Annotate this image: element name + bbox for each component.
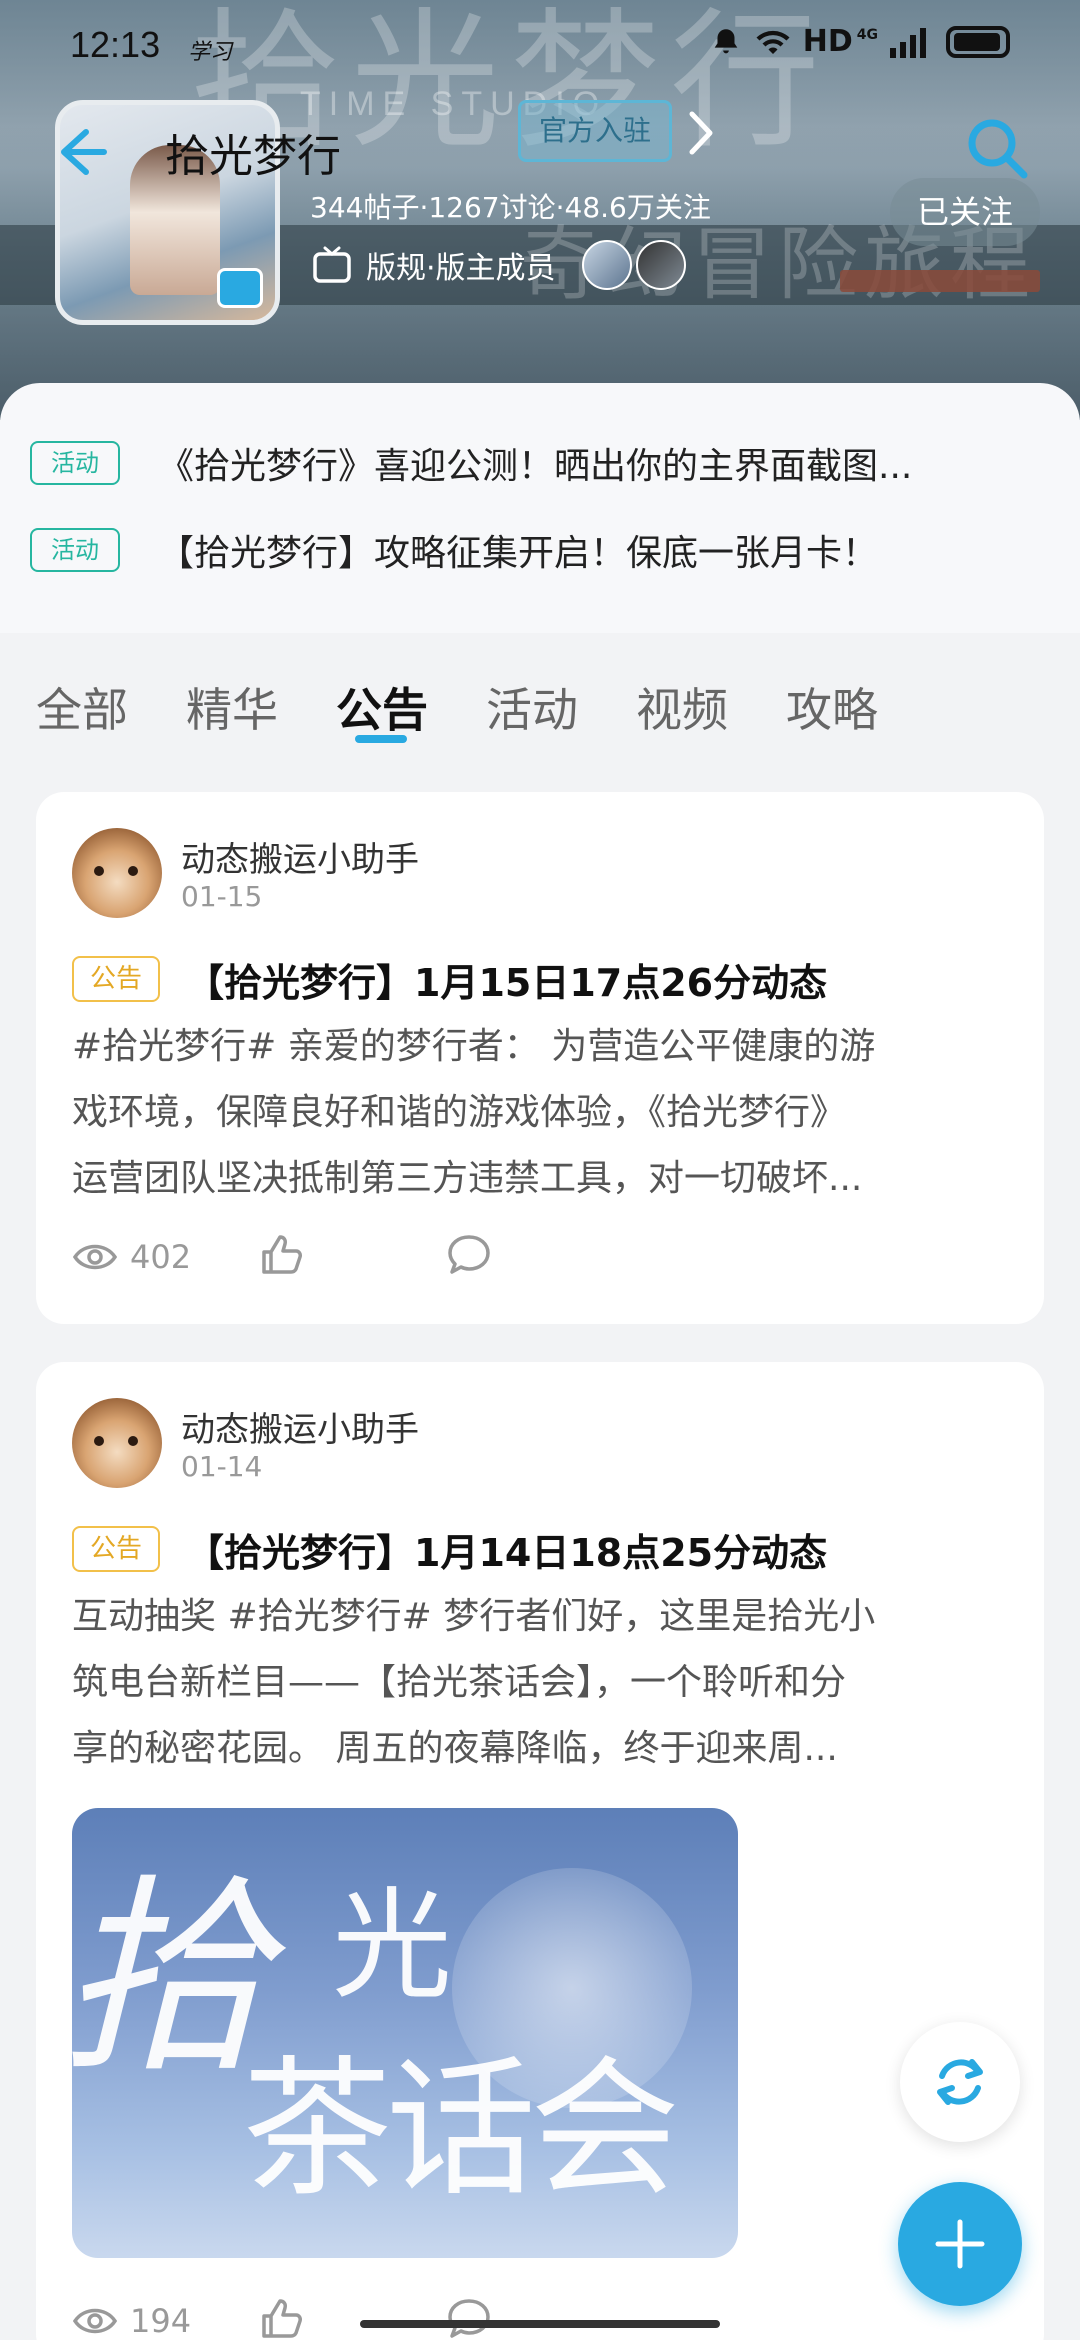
home-indicator[interactable]	[360, 2320, 720, 2328]
eye-icon	[72, 2308, 118, 2334]
alarm-icon	[714, 28, 738, 53]
activity-tag: 活动	[30, 441, 120, 485]
battery-icon	[946, 25, 1010, 58]
author-name[interactable]: 动态搬运小助手	[181, 1402, 419, 1451]
post-title[interactable]: 【拾光梦行】1月15日17点26分动态	[186, 952, 827, 1007]
post-body-line: 筑电台新栏目——【拾光茶话会】，一个聆听和分	[72, 1662, 847, 1703]
post-date: 01-15	[181, 880, 263, 913]
official-badge[interactable]: 官方入驻	[518, 100, 673, 162]
notice-text: 【拾光梦行】攻略征集开启！保底一张月卡！	[158, 533, 879, 574]
new-post-button[interactable]	[898, 2182, 1022, 2306]
post-title[interactable]: 【拾光梦行】1月14日18点25分动态	[186, 1522, 827, 1577]
signal-icon	[890, 27, 926, 58]
notice-panel: 活动 《拾光梦行》喜迎公测！晒出你的主界面截图... 活动 【拾光梦行】攻略征集…	[0, 383, 1080, 633]
eye-icon	[72, 1244, 118, 1270]
author-avatar[interactable]	[72, 1398, 162, 1488]
post-body-line: #拾光梦行# 亲爱的梦行者： 为营造公平健康的游	[72, 1026, 876, 1067]
refresh-icon	[937, 2059, 983, 2105]
tab-activities[interactable]: 活动	[486, 674, 578, 740]
tv-icon	[313, 246, 351, 283]
signal-label: 4G	[856, 26, 878, 43]
search-icon	[968, 119, 1028, 179]
tab-guides[interactable]: 攻略	[786, 674, 878, 740]
active-tab-indicator	[355, 735, 407, 743]
category-tabs: 全部 精华 公告 活动 视频 攻略	[0, 634, 1080, 774]
rules-label: 版规·版主成员	[366, 251, 556, 286]
author-name[interactable]: 动态搬运小助手	[181, 832, 419, 881]
post-date: 01-14	[181, 1450, 263, 1483]
chevron-right-icon	[689, 111, 713, 155]
comment-icon	[448, 2299, 490, 2338]
refresh-button[interactable]	[900, 2022, 1020, 2142]
announcement-tag: 公告	[72, 1526, 160, 1572]
like-button[interactable]	[258, 1232, 304, 1278]
wifi-icon	[756, 30, 790, 54]
tab-featured[interactable]: 精华	[186, 674, 278, 740]
follow-button[interactable]: 已关注	[890, 178, 1040, 246]
image-text: 光	[332, 1877, 452, 2016]
network-label: HD	[802, 24, 853, 59]
notice-item[interactable]: 活动 【拾光梦行】攻略征集开启！保底一张月卡！	[30, 525, 1038, 575]
post-body-line: 享的秘密花园。 周五的夜幕降临，终于迎来周...	[72, 1728, 838, 1769]
post-body-line: 运营团队坚决抵制第三方违禁工具，对一切破坏...	[72, 1158, 863, 1199]
status-time: 12:13	[70, 24, 161, 65]
comment-button[interactable]	[446, 2296, 492, 2340]
status-extra: 学习	[188, 40, 233, 65]
forum-title: 拾光梦行	[165, 131, 341, 182]
search-button[interactable]	[964, 115, 1030, 185]
banner-train	[840, 270, 1040, 292]
view-count: 402	[72, 1238, 191, 1276]
notice-item[interactable]: 活动 《拾光梦行》喜迎公测！晒出你的主界面截图...	[30, 438, 1038, 488]
official-chevron-button[interactable]	[684, 108, 718, 162]
forum-stats: 344帖子·1267讨论·48.6万关注	[310, 191, 711, 224]
tab-announcements[interactable]: 公告	[336, 674, 428, 740]
author-avatar[interactable]	[72, 828, 162, 918]
post-body[interactable]: #拾光梦行# 亲爱的梦行者： 为营造公平健康的游 戏环境，保障良好和谐的游戏体验…	[72, 1014, 1012, 1212]
rules-link[interactable]: 版规·版主成员	[312, 240, 686, 290]
plus-icon	[935, 2219, 985, 2269]
back-arrow-icon	[61, 129, 107, 175]
comment-icon	[448, 1235, 490, 1274]
image-text: 拾	[72, 1856, 269, 2101]
moderator-avatars[interactable]	[581, 240, 686, 290]
status-bar: 12:13 学习 HD 4G	[0, 0, 1080, 96]
post-body-line: 互动抽奖 #拾光梦行# 梦行者们好，这里是拾光小	[72, 1596, 876, 1637]
comment-button[interactable]	[446, 1232, 492, 1278]
activity-tag: 活动	[30, 528, 120, 572]
tv-badge-icon	[217, 268, 263, 308]
moderator-avatar[interactable]	[635, 240, 686, 290]
post-image[interactable]: 拾 光 茶话会	[72, 1808, 738, 2258]
like-button[interactable]	[258, 2296, 304, 2340]
post-card[interactable]: 动态搬运小助手 01-14 公告 【拾光梦行】1月14日18点25分动态 互动抽…	[36, 1362, 1044, 2340]
notice-text: 《拾光梦行》喜迎公测！晒出你的主界面截图...	[158, 446, 913, 487]
post-body-line: 戏环境，保障良好和谐的游戏体验，《拾光梦行》	[72, 1092, 847, 1133]
post-body[interactable]: 互动抽奖 #拾光梦行# 梦行者们好，这里是拾光小 筑电台新栏目——【拾光茶话会】…	[72, 1584, 1012, 1782]
moderator-avatar[interactable]	[581, 240, 632, 290]
announcement-tag: 公告	[72, 956, 160, 1002]
image-text: 茶话会	[242, 2043, 680, 2217]
tab-videos[interactable]: 视频	[636, 674, 728, 740]
view-count: 194	[72, 2302, 191, 2340]
back-button[interactable]	[50, 122, 110, 182]
thumbs-up-icon	[262, 1235, 302, 1274]
post-card[interactable]: 动态搬运小助手 01-15 公告 【拾光梦行】1月15日17点26分动态 #拾光…	[36, 792, 1044, 1324]
view-count-value: 194	[130, 2302, 192, 2340]
tab-all[interactable]: 全部	[36, 674, 128, 740]
status-icons: HD 4G	[709, 24, 1010, 59]
view-count-value: 402	[130, 1238, 192, 1276]
thumbs-up-icon	[262, 2299, 302, 2338]
